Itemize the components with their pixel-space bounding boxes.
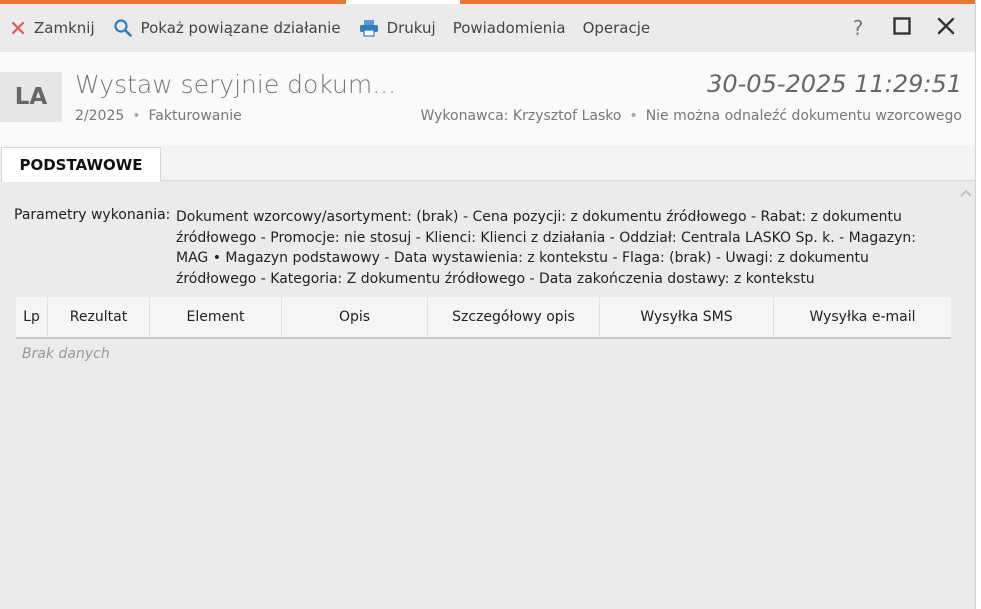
show-related-action-label: Pokaż powiązane działanie [140, 19, 341, 37]
printer-icon [359, 19, 379, 37]
print-button-label: Drukuj [386, 19, 436, 37]
status-message: Nie można odnaleźć dokumentu wzorcowego [645, 108, 962, 124]
column-header-element[interactable]: Element [150, 297, 282, 337]
document-subtitle: 2/2025 • Fakturowanie [75, 108, 242, 124]
column-header-szczegolowy-opis[interactable]: Szczegółowy opis [428, 297, 600, 337]
close-button-label: Zamknij [34, 19, 95, 37]
column-header-wysylka-email[interactable]: Wysyłka e-mail [774, 297, 951, 337]
window-close-icon [937, 17, 955, 39]
window-close-button[interactable] [931, 13, 961, 43]
column-header-rezultat[interactable]: Rezultat [48, 297, 150, 337]
maximize-button[interactable] [887, 13, 917, 43]
params-text: Dokument wzorcowy/asortyment: (brak) - C… [176, 209, 917, 288]
column-header-opis[interactable]: Opis [282, 297, 428, 337]
help-icon: ? [852, 16, 864, 40]
avatar: LA [0, 72, 62, 122]
table-header: Lp Rezultat Element Opis Szczegółowy opi… [16, 297, 951, 337]
page-title: Wystaw seryjnie dokum... [75, 70, 397, 99]
separator-dot: • [132, 108, 141, 124]
operations-menu[interactable]: Operacje [583, 4, 651, 52]
notifications-menu[interactable]: Powiadomienia [453, 4, 566, 52]
operations-label: Operacje [582, 19, 651, 37]
document-header: LA Wystaw seryjnie dokum... 2/2025 • Faktu… [0, 52, 975, 145]
search-icon [113, 18, 133, 38]
maximize-icon [893, 17, 911, 39]
chevron-up-icon [959, 183, 973, 202]
column-header-lp[interactable]: Lp [16, 297, 48, 337]
window-controls: ? [829, 4, 961, 52]
collapse-button[interactable] [959, 183, 973, 202]
print-button[interactable]: Drukuj [359, 4, 436, 52]
executor: Wykonawca: Krzysztof Lasko [420, 108, 622, 124]
params-label: Parametry wykonania: [14, 207, 171, 223]
toolbar: Zamknij Pokaż powiązane działanie Drukuj… [0, 4, 975, 52]
separator-dot: • [629, 108, 638, 124]
notifications-label: Powiadomienia [452, 19, 566, 37]
document-meta: Wykonawca: Krzysztof Lasko • Nie można odn… [421, 108, 962, 124]
column-header-wysylka-sms[interactable]: Wysyłka SMS [600, 297, 774, 337]
help-button[interactable]: ? [843, 13, 873, 43]
window-edge [975, 0, 981, 609]
close-button[interactable]: Zamknij [10, 4, 95, 52]
show-related-action-button[interactable]: Pokaż powiązane działanie [113, 4, 341, 52]
document-date: 30-05-2025 11:29:51 [707, 70, 962, 98]
document-number: 2/2025 [75, 108, 125, 124]
tab-strip: PODSTAWOWE [0, 145, 975, 182]
empty-table-message: Brak danych [22, 346, 110, 362]
results-table: Lp Rezultat Element Opis Szczegółowy opi… [16, 297, 951, 339]
tab-podstawowe[interactable]: PODSTAWOWE [1, 147, 161, 182]
close-icon [10, 20, 26, 36]
document-category: Fakturowanie [148, 108, 242, 124]
